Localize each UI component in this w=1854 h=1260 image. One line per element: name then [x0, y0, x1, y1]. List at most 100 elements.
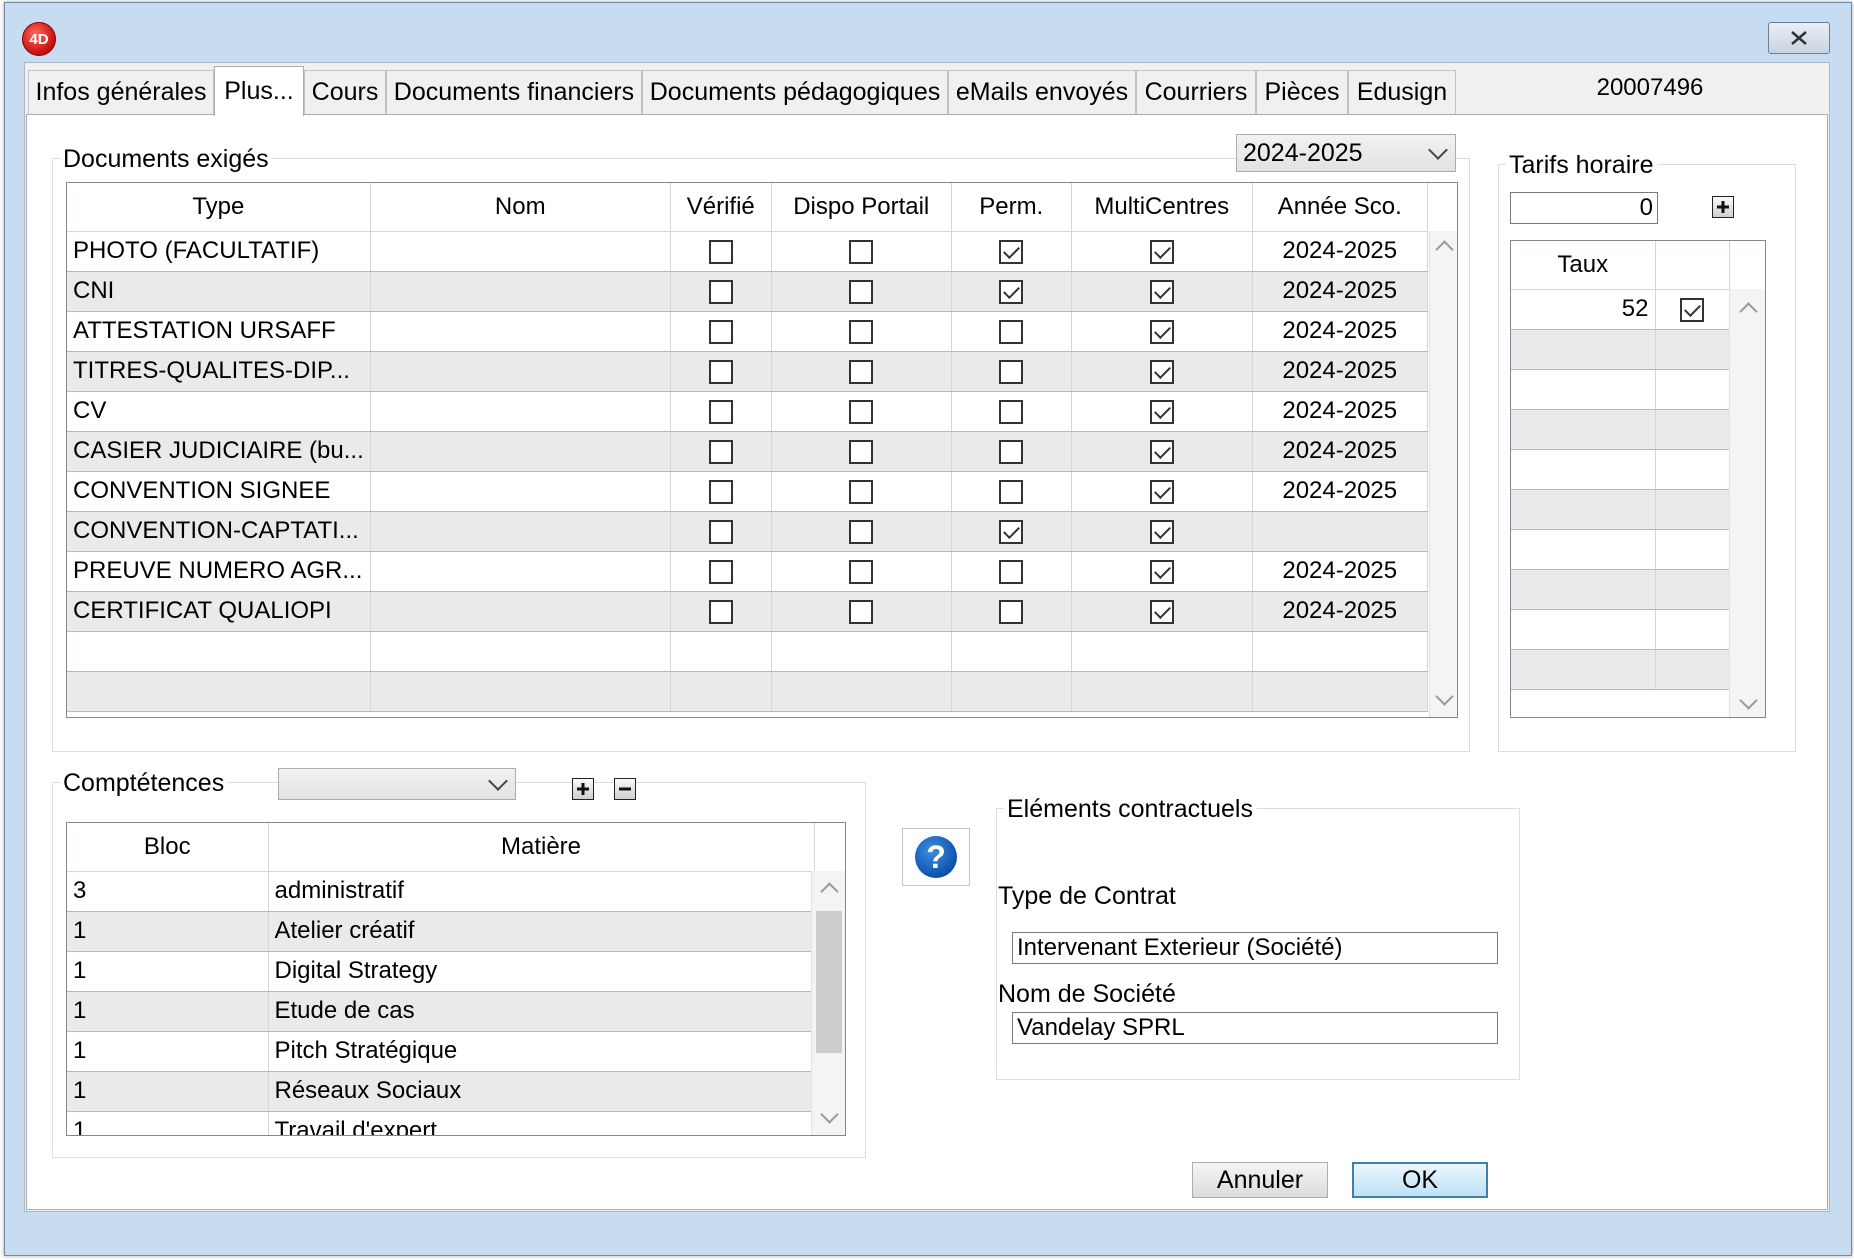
perm-checkbox[interactable] — [999, 439, 1024, 464]
dispo-portail-checkbox[interactable] — [849, 559, 874, 584]
tab-documents-pedagogiques[interactable]: Documents pédagogiques — [642, 70, 948, 114]
table-row[interactable]: CONVENTION-CAPTATI... — [67, 511, 1428, 552]
tab-documents-financiers[interactable]: Documents financiers — [386, 70, 642, 114]
perm-checkbox[interactable] — [999, 559, 1024, 584]
table-row[interactable] — [1511, 649, 1730, 690]
verifie-checkbox[interactable] — [708, 319, 733, 344]
table-row[interactable] — [1511, 409, 1730, 450]
dispo-portail-checkbox[interactable] — [849, 439, 874, 464]
tarifs-scrollbar[interactable] — [1729, 289, 1765, 717]
table-row[interactable]: CASIER JUDICIAIRE (bu... 2024-2025 — [67, 431, 1428, 472]
verifie-checkbox[interactable] — [708, 559, 733, 584]
tab-edusign[interactable]: Edusign — [1348, 70, 1456, 114]
tarif-checkbox[interactable] — [1680, 297, 1704, 322]
dispo-portail-checkbox[interactable] — [849, 519, 874, 544]
tab-cours[interactable]: Cours — [304, 70, 386, 114]
table-row[interactable]: CERTIFICAT QUALIOPI 2024-2025 — [67, 591, 1428, 632]
multicentres-checkbox[interactable] — [1149, 599, 1174, 624]
multicentres-checkbox[interactable] — [1149, 239, 1174, 264]
dispo-portail-checkbox[interactable] — [849, 239, 874, 264]
contract-type-field[interactable]: Intervenant Exterieur (Société) — [1012, 932, 1498, 964]
table-row[interactable]: TITRES-QUALITES-DIP... 2024-2025 — [67, 351, 1428, 392]
add-tarif-button[interactable] — [1712, 196, 1734, 218]
verifie-checkbox[interactable] — [708, 479, 733, 504]
table-row[interactable]: 52 — [1511, 289, 1730, 330]
doc-nom-cell[interactable] — [370, 271, 671, 312]
perm-checkbox[interactable] — [999, 239, 1024, 264]
scroll-up-icon[interactable] — [819, 882, 839, 901]
add-competence-button[interactable] — [572, 778, 594, 800]
col-header-matiere[interactable]: Matière — [268, 823, 815, 872]
table-row[interactable]: 1 Atelier créatif — [67, 911, 815, 952]
table-row[interactable]: CV 2024-2025 — [67, 391, 1428, 432]
verifie-checkbox[interactable] — [708, 279, 733, 304]
help-button[interactable]: ? — [902, 828, 970, 886]
col-header-taux[interactable]: Taux — [1511, 241, 1656, 290]
verifie-checkbox[interactable] — [708, 239, 733, 264]
col-header-annee-sco[interactable]: Année Sco. — [1252, 183, 1428, 232]
tab-plus[interactable]: Plus... — [214, 66, 304, 116]
doc-nom-cell[interactable] — [370, 431, 671, 472]
dispo-portail-checkbox[interactable] — [849, 399, 874, 424]
table-row[interactable] — [1511, 489, 1730, 530]
doc-nom-cell[interactable] — [370, 351, 671, 392]
table-row[interactable]: 3 administratif — [67, 871, 815, 912]
table-row[interactable] — [1511, 449, 1730, 490]
multicentres-checkbox[interactable] — [1149, 559, 1174, 584]
perm-checkbox[interactable] — [999, 359, 1024, 384]
doc-nom-cell[interactable] — [370, 551, 671, 592]
scroll-down-icon[interactable] — [1434, 687, 1454, 706]
close-button[interactable] — [1768, 22, 1830, 54]
documents-scrollbar[interactable] — [1429, 231, 1457, 717]
table-row[interactable] — [1511, 609, 1730, 650]
table-row[interactable] — [1511, 569, 1730, 610]
tab-emails-envoyes[interactable]: eMails envoyés — [948, 70, 1136, 114]
scroll-up-icon[interactable] — [1434, 240, 1454, 259]
multicentres-checkbox[interactable] — [1149, 359, 1174, 384]
multicentres-checkbox[interactable] — [1149, 439, 1174, 464]
table-row[interactable]: 1 Réseaux Sociaux — [67, 1071, 815, 1112]
perm-checkbox[interactable] — [999, 599, 1024, 624]
table-row[interactable]: 1 Etude de cas — [67, 991, 815, 1032]
dispo-portail-checkbox[interactable] — [849, 479, 874, 504]
col-header-multicentres[interactable]: MultiCentres — [1071, 183, 1253, 232]
multicentres-checkbox[interactable] — [1149, 279, 1174, 304]
table-row[interactable]: CONVENTION SIGNEE 2024-2025 — [67, 471, 1428, 512]
doc-nom-cell[interactable] — [370, 391, 671, 432]
table-row[interactable]: 1 Digital Strategy — [67, 951, 815, 992]
col-header-bloc[interactable]: Bloc — [67, 823, 269, 872]
table-row[interactable]: 1 Travail d'expert — [67, 1111, 815, 1135]
company-name-field[interactable]: Vandelay SPRL — [1012, 1012, 1498, 1044]
table-row[interactable]: 1 Pitch Stratégique — [67, 1031, 815, 1072]
table-row[interactable]: ATTESTATION URSAFF 2024-2025 — [67, 311, 1428, 352]
competences-select[interactable] — [278, 768, 516, 800]
doc-nom-cell[interactable] — [370, 231, 671, 272]
table-row[interactable] — [1511, 329, 1730, 370]
remove-competence-button[interactable] — [614, 778, 636, 800]
verifie-checkbox[interactable] — [708, 599, 733, 624]
table-row[interactable] — [1511, 529, 1730, 570]
table-row[interactable] — [67, 631, 1428, 672]
doc-nom-cell[interactable] — [370, 311, 671, 352]
tab-courriers[interactable]: Courriers — [1136, 70, 1256, 114]
table-row[interactable]: CNI 2024-2025 — [67, 271, 1428, 312]
table-row[interactable] — [1511, 369, 1730, 410]
dispo-portail-checkbox[interactable] — [849, 359, 874, 384]
col-header-type[interactable]: Type — [67, 183, 371, 232]
perm-checkbox[interactable] — [999, 479, 1024, 504]
tab-infos-generales[interactable]: Infos générales — [28, 70, 214, 114]
dispo-portail-checkbox[interactable] — [849, 319, 874, 344]
col-header-verifie[interactable]: Vérifié — [670, 183, 772, 232]
dispo-portail-checkbox[interactable] — [849, 279, 874, 304]
ok-button[interactable]: OK — [1352, 1162, 1488, 1198]
cancel-button[interactable]: Annuler — [1192, 1162, 1328, 1198]
perm-checkbox[interactable] — [999, 279, 1024, 304]
competences-scrollbar[interactable] — [811, 871, 845, 1135]
table-row[interactable] — [67, 671, 1428, 712]
col-header-perm[interactable]: Perm. — [951, 183, 1072, 232]
multicentres-checkbox[interactable] — [1149, 479, 1174, 504]
verifie-checkbox[interactable] — [708, 359, 733, 384]
doc-nom-cell[interactable] — [370, 591, 671, 632]
scroll-thumb[interactable] — [816, 911, 842, 1053]
doc-nom-cell[interactable] — [370, 511, 671, 552]
